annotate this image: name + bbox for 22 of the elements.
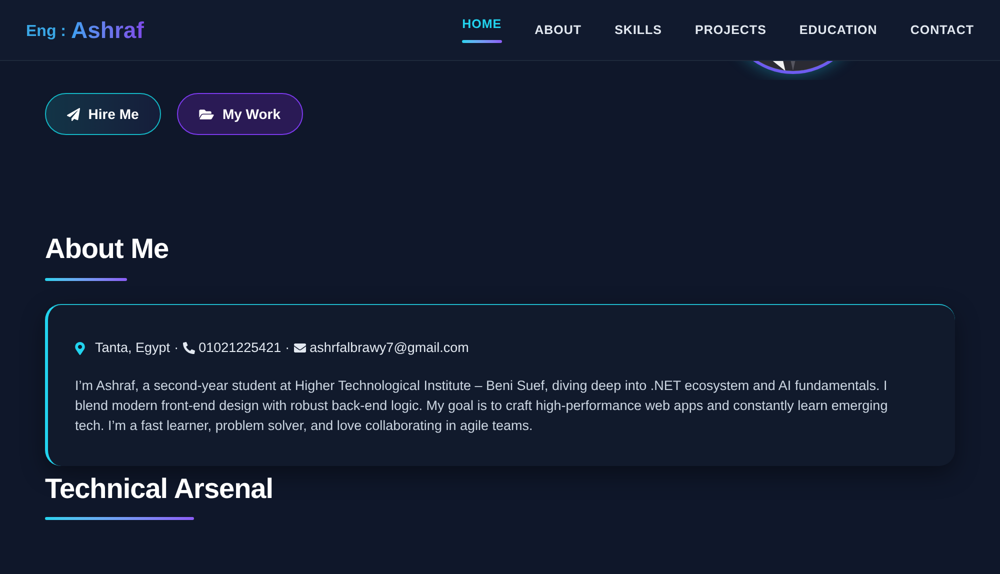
section-title: About Me [45,232,170,266]
nav-link[interactable]: PROJECTS [695,20,766,40]
folder-icon [199,108,214,120]
separator: · [174,339,179,357]
separator: · [285,339,290,357]
nav-link[interactable]: CONTACT [910,20,974,40]
my-work-button[interactable]: My Work [177,93,303,135]
email-text: ashrfalbrawy7@gmail.com [310,339,469,357]
phone-icon [182,342,195,354]
hire-me-button[interactable]: Hire Me [45,93,161,135]
envelope-icon [294,342,306,354]
nav-link[interactable]: EDUCATION [799,20,878,40]
about-paragraph: I’m Ashraf, a second-year student at Higher Technological Institute – Beni Suef, diving deep into .NET ecosystem and AI fundamentals. I blend modern front-end design with robust back-end logic. My goal is to craft high-performance web apps and constantly learn emerging tech. I’m a fast learner, problem solver, and love collaborating in agile teams. [75,377,889,436]
brand-prefix: Eng : [26,22,66,42]
nav-link[interactable]: HOME [462,14,502,44]
nav-link[interactable]: SKILLS [614,20,662,40]
paper-plane-icon [67,108,80,120]
location-text: Tanta, Egypt [95,339,170,357]
phone-text: 01021225421 [198,339,282,357]
section-title: Technical Arsenal [45,472,274,506]
nav-link[interactable]: ABOUT [534,20,582,40]
location-pin-icon [75,342,85,355]
